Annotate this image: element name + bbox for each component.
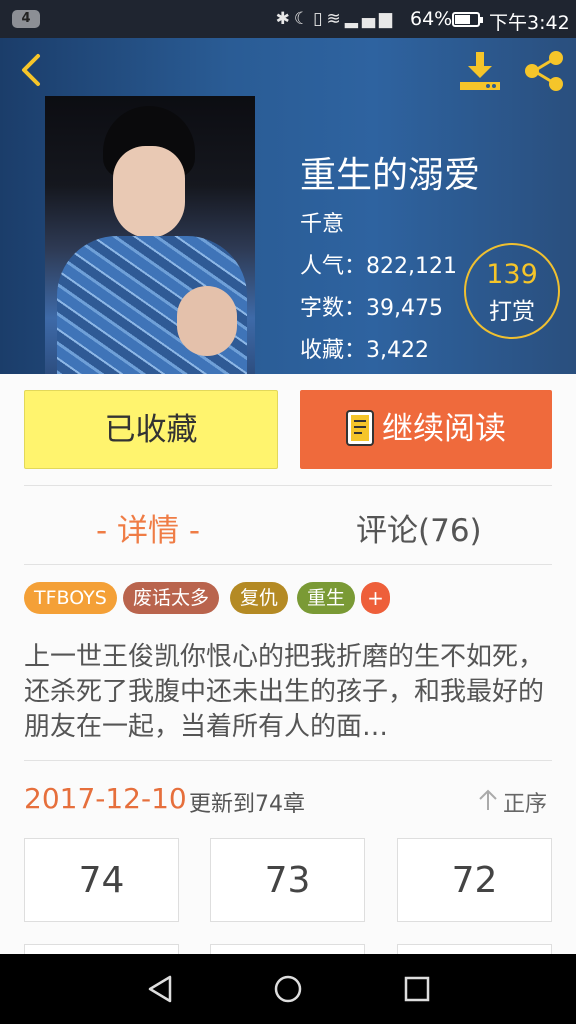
tag-chip[interactable]: 废话太多 bbox=[123, 582, 220, 614]
collected-button[interactable]: 已收藏 bbox=[24, 390, 278, 469]
tip-count: 139 bbox=[486, 259, 538, 290]
tab-comments[interactable]: 评论(76) bbox=[356, 505, 482, 550]
book-cover-image[interactable] bbox=[45, 96, 255, 374]
book-title: 重生的溺爱 bbox=[300, 155, 481, 196]
status-bar: 4 ✱☾▯≋▂▄▆ 64% 下午3:42 bbox=[0, 0, 576, 38]
update-status: 更新到74章 bbox=[189, 792, 305, 817]
moon-icon: ☾ bbox=[293, 9, 314, 29]
favorites-stat: 收藏：3,422 bbox=[300, 338, 429, 363]
nav-recent-apps-icon[interactable] bbox=[402, 974, 432, 1004]
divider bbox=[24, 760, 552, 761]
system-nav-bar bbox=[0, 954, 576, 1024]
screen: 4 ✱☾▯≋▂▄▆ 64% 下午3:42 重生的溺爱 千意 人气：822,121… bbox=[0, 0, 576, 1024]
cover-figure-hand bbox=[177, 286, 237, 356]
book-icon bbox=[346, 409, 374, 446]
nav-home-icon[interactable] bbox=[273, 974, 303, 1004]
wifi-icon: ≋ bbox=[326, 9, 345, 29]
tag-chip[interactable]: TFBOYS bbox=[24, 582, 117, 614]
chapter-button[interactable]: 72 bbox=[397, 838, 552, 922]
back-arrow-icon[interactable] bbox=[14, 50, 48, 90]
book-synopsis[interactable]: 上一世王俊凯你恨心的把我折磨的生不如死，还杀死了我腹中还未出生的孩子，和我最好的… bbox=[24, 640, 554, 745]
tip-button[interactable]: 139 打赏 bbox=[464, 243, 560, 339]
share-icon[interactable] bbox=[522, 50, 566, 92]
chapter-button[interactable]: 74 bbox=[24, 838, 179, 922]
status-icons: ✱☾▯≋▂▄▆ bbox=[276, 9, 396, 29]
tag-chip[interactable]: 重生 bbox=[297, 582, 356, 614]
tip-label: 打赏 bbox=[489, 299, 535, 325]
status-time: 下午3:42 bbox=[489, 12, 570, 34]
book-header: 重生的溺爱 千意 人气：822,121 字数：39,475 收藏：3,422 1… bbox=[0, 38, 576, 374]
notification-badge: 4 bbox=[12, 10, 40, 28]
add-tag-button[interactable]: + bbox=[361, 582, 390, 614]
word-count-stat: 字数：39,475 bbox=[300, 296, 443, 321]
sort-arrow-icon[interactable] bbox=[478, 788, 498, 812]
sort-order-toggle[interactable]: 正序 bbox=[503, 786, 547, 818]
download-icon[interactable] bbox=[458, 50, 502, 92]
continue-reading-button[interactable]: 继续阅读 bbox=[300, 390, 552, 469]
battery-icon bbox=[452, 12, 483, 27]
nav-back-icon[interactable] bbox=[146, 974, 176, 1004]
divider bbox=[24, 485, 552, 486]
vibrate-icon: ▯ bbox=[313, 9, 327, 29]
chapter-button[interactable]: 73 bbox=[210, 838, 365, 922]
tag-chip[interactable]: 复仇 bbox=[230, 582, 289, 614]
divider bbox=[24, 564, 552, 565]
bluetooth-icon: ✱ bbox=[275, 9, 294, 29]
battery-percent: 64% bbox=[410, 8, 453, 30]
tab-detail[interactable]: - 详情 - bbox=[96, 505, 200, 550]
update-date: 2017-12-10 bbox=[24, 782, 187, 815]
book-author[interactable]: 千意 bbox=[300, 206, 344, 238]
popularity-stat: 人气：822,121 bbox=[300, 254, 457, 279]
cover-figure-face bbox=[113, 146, 185, 238]
continue-reading-label: 继续阅读 bbox=[382, 411, 506, 447]
signal-icon: ▂▄▆ bbox=[344, 9, 396, 29]
